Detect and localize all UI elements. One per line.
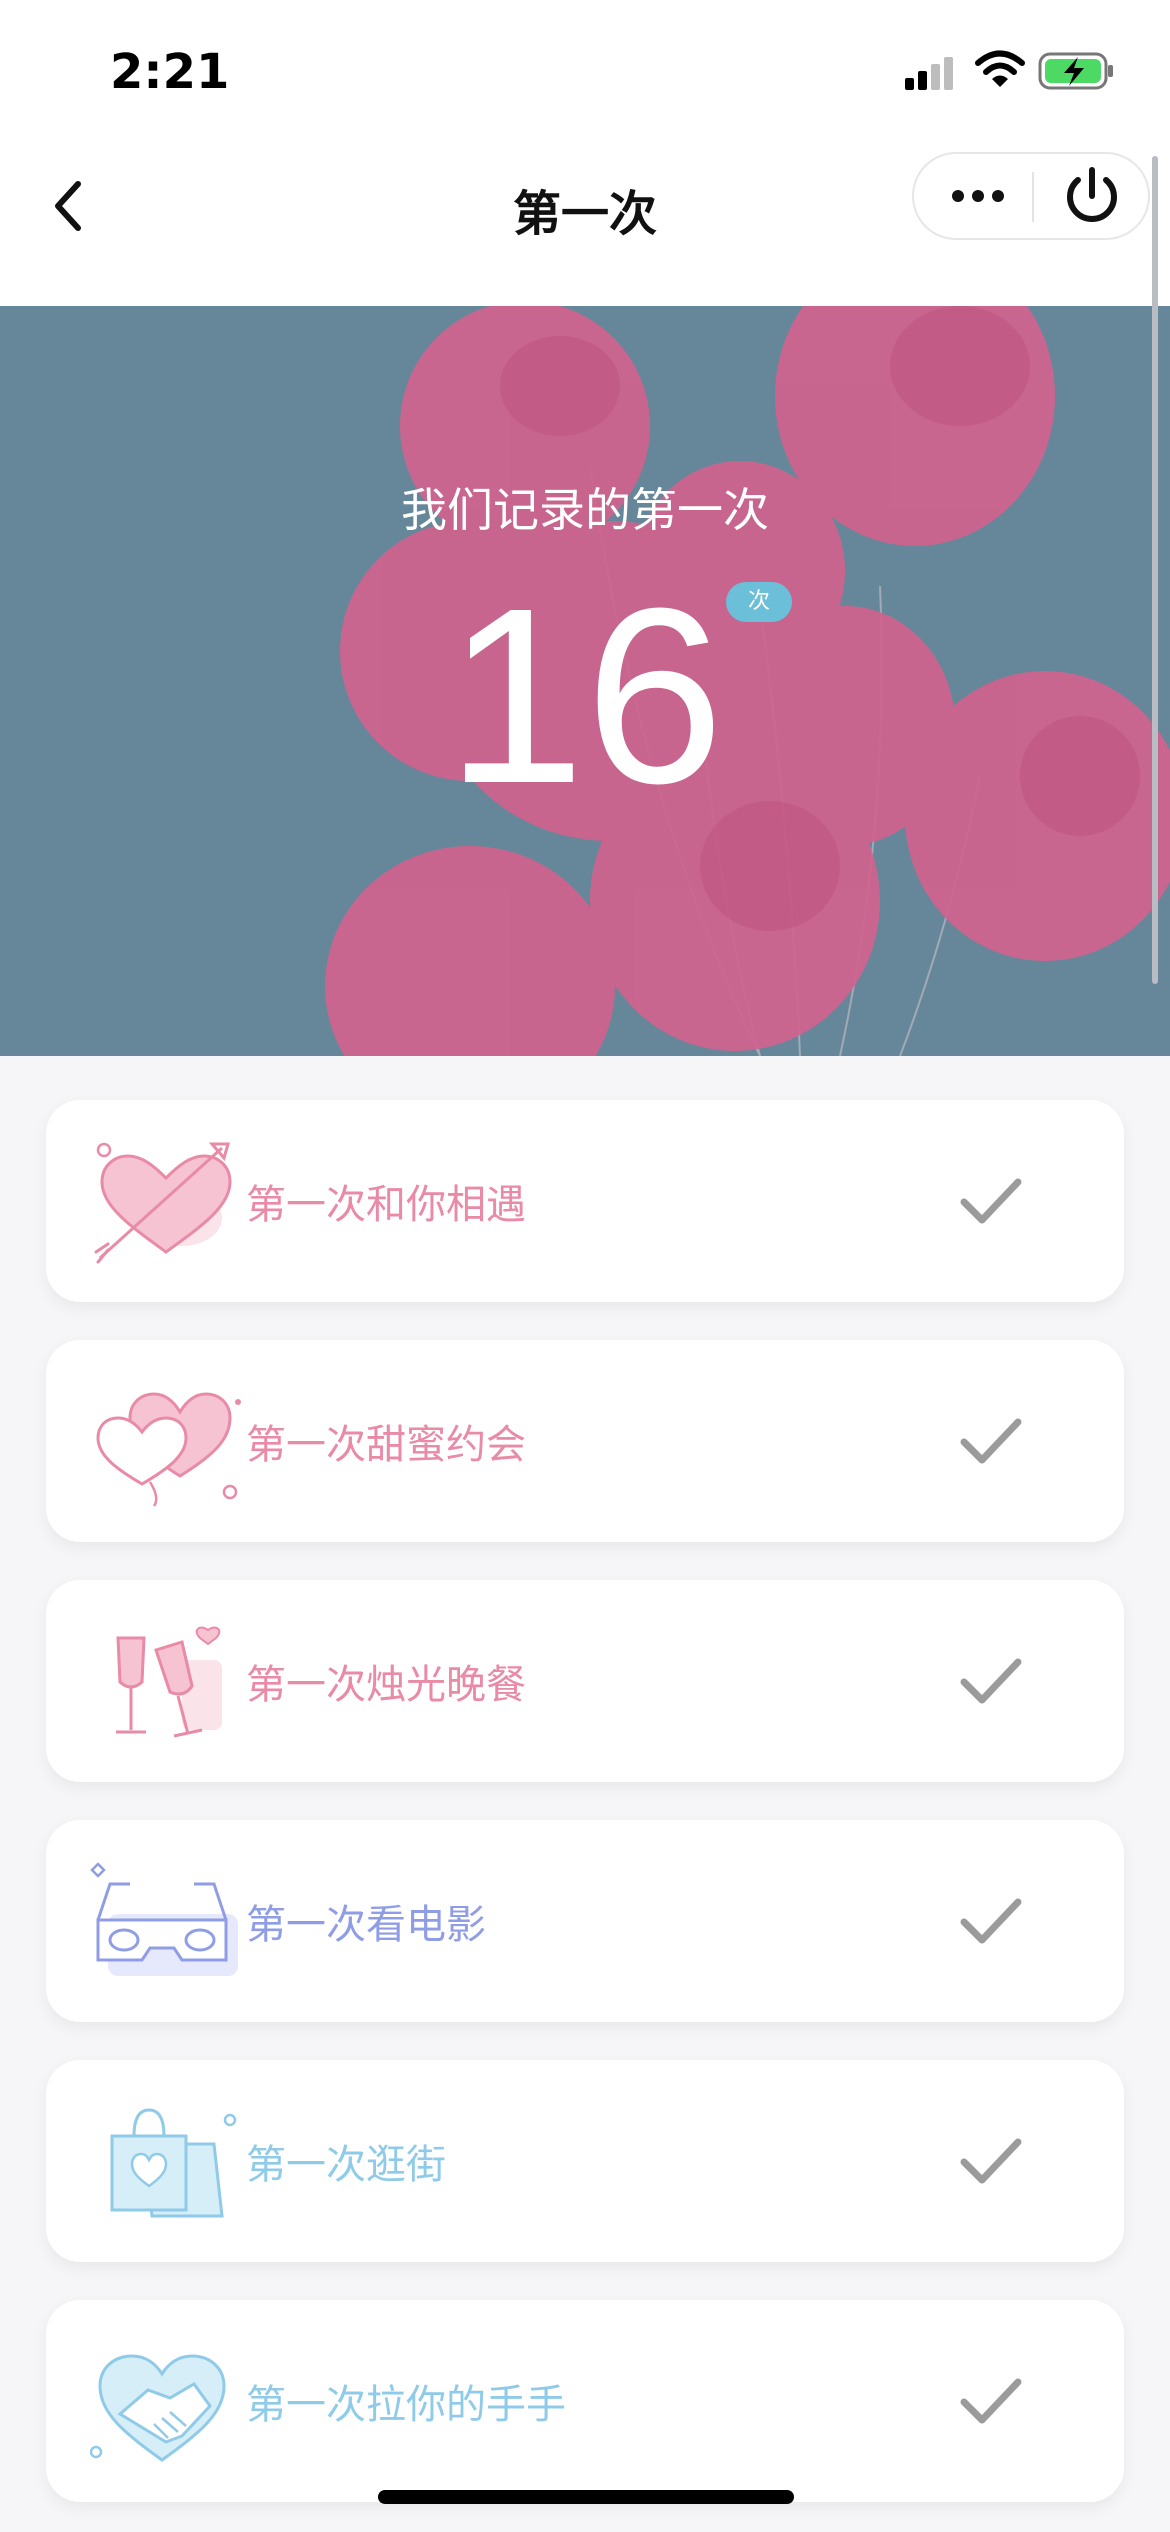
scrollbar[interactable] xyxy=(1152,156,1158,984)
count-unit-badge: 次 xyxy=(726,582,792,622)
cellular-signal-icon xyxy=(905,57,953,90)
status-bar: 2:21 xyxy=(0,0,1170,140)
champagne-glasses-icon xyxy=(116,1626,222,1738)
list-item-first-date[interactable]: 第一次甜蜜约会 xyxy=(46,1340,1124,1542)
wifi-icon xyxy=(975,50,1025,87)
check-icon xyxy=(960,1418,1022,1464)
hero-title: 我们记录的第一次 xyxy=(401,483,769,537)
check-icon xyxy=(960,1178,1022,1224)
hero-banner: 我们记录的第一次 16 次 xyxy=(0,306,1170,1056)
status-time: 2:21 xyxy=(110,44,230,100)
power-icon[interactable] xyxy=(1034,154,1148,238)
list-item-first-meet[interactable]: 第一次和你相遇 xyxy=(46,1100,1124,1302)
3d-glasses-icon xyxy=(90,1862,238,1976)
more-icon[interactable] xyxy=(914,154,1032,238)
item-label: 第一次和你相遇 xyxy=(246,1182,526,1228)
home-indicator[interactable] xyxy=(378,2490,794,2504)
check-icon xyxy=(960,1658,1022,1704)
nav-bar: 第一次 xyxy=(0,140,1170,446)
check-icon xyxy=(960,1898,1022,1944)
item-label: 第一次拉你的手手 xyxy=(246,2382,566,2428)
item-label: 第一次甜蜜约会 xyxy=(246,1422,526,1468)
list-item-first-movie[interactable]: 第一次看电影 xyxy=(46,1820,1124,2022)
check-icon xyxy=(960,2378,1022,2424)
item-label: 第一次逛街 xyxy=(246,2142,446,2188)
mini-program-capsule xyxy=(912,152,1150,240)
first-times-count: 16 xyxy=(445,556,725,835)
list-item-first-hand-holding[interactable]: 第一次拉你的手手 xyxy=(46,2300,1124,2502)
heart-arrow-icon xyxy=(94,1142,232,1264)
item-label: 第一次看电影 xyxy=(246,1902,486,1948)
handshake-heart-icon xyxy=(90,2354,226,2462)
shopping-bag-icon xyxy=(110,2108,237,2218)
hearts-balloon-icon xyxy=(96,1392,241,1507)
check-icon xyxy=(960,2138,1022,2184)
list-item-first-candlelight-dinner[interactable]: 第一次烛光晚餐 xyxy=(46,1580,1124,1782)
item-label: 第一次烛光晚餐 xyxy=(246,1662,526,1708)
list-item-first-shopping[interactable]: 第一次逛街 xyxy=(46,2060,1124,2262)
battery-charging-icon xyxy=(1038,52,1113,90)
